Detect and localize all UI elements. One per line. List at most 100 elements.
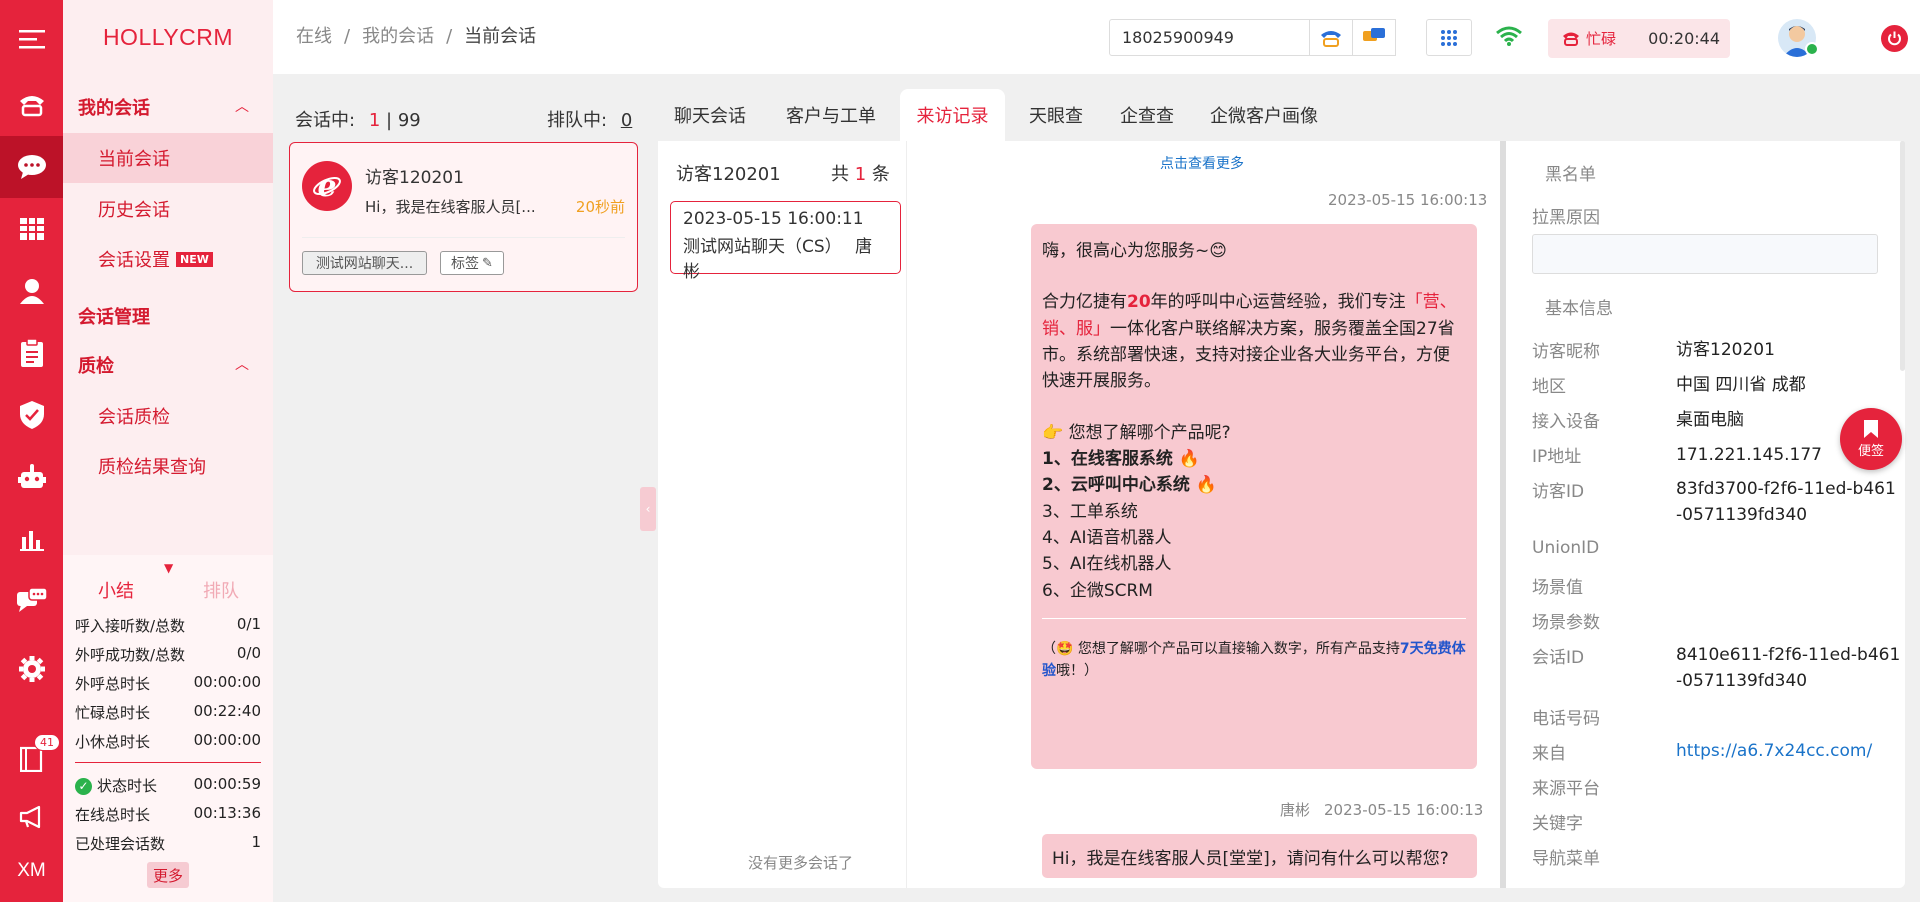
gear-icon[interactable]	[0, 638, 63, 700]
menu-item-qc-result[interactable]: 质检结果查询	[63, 441, 273, 491]
phone-input[interactable]	[1109, 19, 1310, 56]
robot-icon[interactable]	[0, 446, 63, 508]
session-card[interactable]: e 访客120201 Hi，我是在线客服人员[... 20秒前 测试网站聊天..…	[289, 142, 638, 292]
stat-row: 忙碌总时长 00:22:40	[75, 702, 261, 722]
field-label: 会话ID	[1532, 648, 1585, 668]
message-bubble: Hi，我是在线客服人员[堂堂]，请问有什么可以帮您?	[1042, 834, 1477, 878]
dial-icon	[1321, 30, 1341, 47]
tab-visit-records[interactable]: 来访记录	[900, 89, 1005, 141]
label-tag-button[interactable]: 标签 ✎	[440, 251, 504, 275]
chevron-left-icon: ‹	[645, 502, 651, 516]
dial-button[interactable]	[1309, 19, 1353, 56]
tab-wecom-profile[interactable]: 企微客户画像	[1202, 89, 1326, 141]
tab-chat[interactable]: 聊天会话	[659, 89, 761, 141]
blacklist-reason-input[interactable]	[1532, 234, 1878, 274]
agent-status[interactable]: 忙碌 00:20:44	[1548, 19, 1730, 58]
divider	[1042, 618, 1466, 620]
menu-item-label: 会话设置	[98, 250, 170, 271]
message-icon[interactable]	[0, 570, 63, 632]
field-label: 接入设备	[1532, 412, 1600, 432]
more-button[interactable]: 更多	[147, 862, 189, 888]
breadcrumb-current: 当前会话	[464, 26, 537, 47]
chat-scrollbar[interactable]	[1500, 141, 1506, 888]
source-tag[interactable]: 测试网站聊天...	[302, 251, 427, 275]
apps-grid-button[interactable]	[1426, 19, 1472, 56]
breadcrumb-item[interactable]: 在线	[296, 26, 332, 47]
grid-icon	[1441, 29, 1457, 46]
menu-item-session-qc[interactable]: 会话质检	[63, 391, 273, 441]
shield-icon[interactable]	[0, 384, 63, 446]
active-sessions: 会话中: 1 | 99	[295, 110, 421, 131]
chat-icon[interactable]	[0, 136, 63, 198]
bookmark-icon	[1864, 419, 1878, 438]
tab-queue[interactable]: 排队	[203, 577, 239, 603]
menu-group-session-manage[interactable]: 会话管理	[78, 303, 150, 329]
field-label: 场景值	[1532, 578, 1583, 598]
stat-row: ✓ 状态时长 00:00:59	[75, 775, 261, 796]
message-time: 2023-05-15 16:00:13	[1328, 191, 1488, 209]
menu-group-my-sessions[interactable]: 我的会话	[78, 94, 150, 120]
chat-bubble-icon	[1363, 27, 1385, 41]
stat-row: 呼入接听数/总数 0/1	[75, 615, 261, 635]
breadcrumb: 在线 / 我的会话 / 当前会话	[296, 26, 537, 47]
menu-group-qc[interactable]: 质检	[78, 352, 114, 378]
field-label: UnionID	[1532, 538, 1600, 558]
field-value: 8410e611-f2f6-11ed-b461-0571139fd340	[1676, 645, 1901, 691]
field-value: 83fd3700-f2f6-11ed-b461-0571139fd340	[1676, 479, 1896, 525]
bar-chart-icon[interactable]	[0, 508, 63, 570]
menu-toggle-icon[interactable]	[0, 8, 63, 70]
stat-row: 在线总时长 00:13:36	[75, 804, 261, 824]
table-icon[interactable]	[0, 198, 63, 260]
breadcrumb-item[interactable]: 我的会话	[362, 26, 434, 47]
view-more-link[interactable]: 点击查看更多	[1160, 153, 1244, 173]
menu-item-history-session[interactable]: 历史会话	[63, 184, 273, 234]
menu-item-label: 质检结果查询	[98, 457, 206, 478]
collapse-handle[interactable]: ‹	[640, 487, 656, 531]
basic-info-title: 基本信息	[1545, 299, 1613, 319]
collapse-arrow-icon[interactable]: ▼	[164, 561, 173, 575]
info-scrollbar[interactable]	[1900, 141, 1905, 371]
notification-badge: 41	[34, 734, 60, 751]
field-label: 电话号码	[1532, 709, 1600, 729]
field-label: 关键字	[1532, 814, 1583, 834]
chevron-up-icon[interactable]: ︿	[235, 96, 249, 116]
power-button[interactable]	[1881, 25, 1908, 52]
record-item[interactable]: 2023-05-15 16:00:11 测试网站聊天（CS） 唐彬	[670, 201, 901, 282]
session-preview: Hi，我是在线客服人员[...	[365, 198, 536, 216]
records-total: 共 1 条	[831, 164, 890, 185]
divider	[302, 237, 625, 238]
menu-item-current-session[interactable]: 当前会话	[63, 133, 273, 183]
user-icon[interactable]	[0, 260, 63, 322]
blacklist-reason-label: 拉黑原因	[1532, 208, 1600, 228]
notebook-icon[interactable]: 41	[0, 728, 63, 790]
message-meta: 唐彬 2023-05-15 16:00:13	[1280, 801, 1484, 819]
phone-icon[interactable]	[0, 74, 63, 136]
tab-customer-ticket[interactable]: 客户与工单	[776, 89, 886, 141]
tab-tianyancha[interactable]: 天眼查	[1018, 89, 1094, 141]
tab-qichacha[interactable]: 企查查	[1109, 89, 1185, 141]
stat-row: 外呼总时长 00:00:00	[75, 673, 261, 693]
clipboard-icon[interactable]	[0, 322, 63, 384]
chat-message-button[interactable]	[1352, 19, 1396, 56]
no-more-label: 没有更多会话了	[748, 854, 854, 872]
field-label: 访客昵称	[1532, 342, 1600, 362]
user-initials: XM	[17, 860, 46, 881]
stat-row: 外呼成功数/总数 0/0	[75, 644, 261, 664]
menu-item-session-settings[interactable]: 会话设置 NEW	[63, 234, 273, 284]
menu-item-label: 会话质检	[98, 407, 170, 428]
source-url-link[interactable]: https://a6.7x24cc.com/	[1676, 738, 1872, 764]
logo: HOLLYCRM	[102, 23, 234, 50]
megaphone-icon[interactable]	[0, 786, 63, 848]
field-value: 访客120201	[1676, 340, 1775, 360]
field-label: IP地址	[1532, 447, 1582, 467]
session-visitor-name: 访客120201	[365, 168, 464, 188]
tab-summary[interactable]: 小结	[98, 577, 134, 603]
chevron-up-icon[interactable]: ︿	[235, 354, 249, 374]
message-bubble: 嗨，很高心为您服务~😊 合力亿捷有20年的呼叫中心运营经验，我们专注「营、销、服…	[1031, 224, 1477, 769]
record-time: 2023-05-15 16:00:11	[683, 209, 864, 229]
phone-status-icon	[1563, 32, 1579, 46]
queue-sessions[interactable]: 排队中: 0	[547, 106, 632, 132]
sticky-note-button[interactable]: 便签	[1840, 408, 1902, 470]
new-badge: NEW	[176, 251, 213, 267]
record-title: 测试网站聊天（CS） 唐彬	[683, 237, 873, 282]
